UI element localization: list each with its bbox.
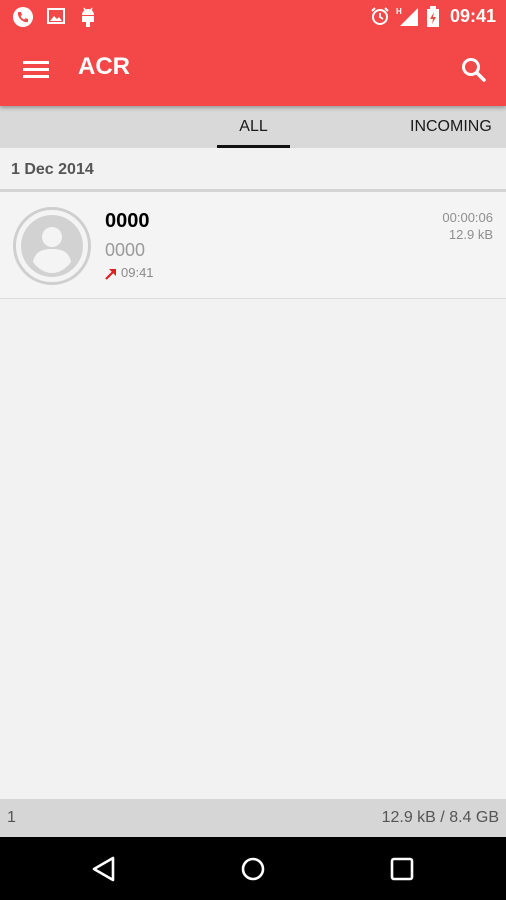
status-bar: H 09:41	[0, 0, 506, 34]
system-nav-bar	[0, 837, 506, 900]
tab-all[interactable]: ALL	[217, 106, 290, 148]
recents-icon	[384, 857, 420, 891]
menu-button[interactable]	[14, 50, 58, 90]
battery-charging-icon	[426, 6, 440, 32]
list-divider	[0, 298, 506, 299]
home-button[interactable]	[235, 851, 271, 887]
hamburger-menu-icon	[14, 61, 58, 94]
back-icon	[86, 856, 122, 891]
tab-incoming[interactable]: INCOMING	[410, 106, 506, 148]
record-file-size: 12.9 kB	[448, 227, 493, 242]
home-icon	[235, 857, 271, 891]
outgoing-call-arrow-icon	[104, 266, 118, 280]
app-title: ACR	[78, 53, 130, 80]
alarm-icon	[370, 6, 390, 30]
phone-call-icon	[12, 6, 34, 32]
signal-h-icon: H	[396, 6, 420, 32]
app-bar: H 09:41 ACR	[0, 0, 506, 106]
svg-text:H: H	[396, 7, 402, 16]
record-phone-number: 0000	[105, 240, 146, 260]
record-duration: 00:00:06	[442, 210, 493, 225]
recording-count: 1	[7, 809, 16, 826]
image-icon	[46, 6, 66, 30]
recents-button[interactable]	[384, 851, 420, 887]
tab-all-label: ALL	[239, 118, 268, 135]
storage-usage: 12.9 kB / 8.4 GB	[381, 809, 499, 826]
tab-bar: ALL INCOMING	[0, 106, 506, 148]
android-debug-icon	[78, 6, 98, 32]
search-button[interactable]	[454, 50, 494, 90]
search-icon	[454, 58, 494, 94]
section-date: 1 Dec 2014	[11, 161, 94, 178]
status-time: 09:41	[449, 6, 496, 26]
contact-avatar-icon	[13, 207, 91, 285]
recording-list-item[interactable]: 0000 0000 09:41 00:00:06 12.9 kB	[0, 192, 506, 298]
record-contact-name: 0000	[105, 210, 150, 232]
storage-footer: 1 12.9 kB / 8.4 GB	[0, 799, 506, 837]
record-time: 09:41	[121, 265, 154, 280]
date-section-header: 1 Dec 2014	[0, 148, 506, 192]
back-button[interactable]	[86, 851, 122, 887]
tab-incoming-label: INCOMING	[410, 118, 492, 135]
